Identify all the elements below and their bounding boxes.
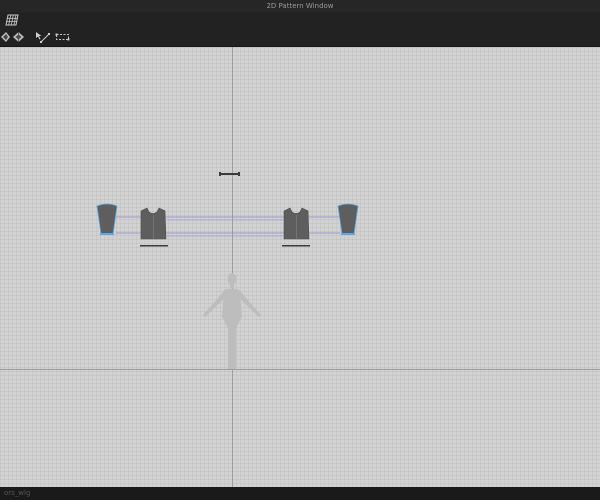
edit-point-tool-button[interactable] (33, 30, 51, 44)
avatar-silhouette (203, 273, 261, 369)
window-titlebar: 2D Pattern Window (0, 0, 600, 12)
pattern-drawing (96, 172, 359, 369)
grid-pattern-tool-button[interactable] (4, 13, 20, 27)
status-text: ors_wlg (4, 489, 31, 497)
front-bodice-piece[interactable] (140, 207, 168, 247)
segment-diamond-icon (12, 32, 24, 42)
window-title: 2D Pattern Window (266, 2, 334, 10)
toolbar-top (0, 12, 600, 28)
pattern-window: 2D Pattern Window ors_wlg (0, 0, 600, 500)
segment-tool-button[interactable] (11, 30, 25, 44)
grid-pattern-icon (5, 14, 19, 26)
dashed-selection-icon (55, 33, 69, 41)
right-sleeve-piece[interactable] (337, 203, 359, 235)
dashed-selection-tool-button[interactable] (54, 30, 70, 44)
toolbar-tools (0, 28, 600, 47)
back-bodice-piece[interactable] (282, 207, 310, 247)
edit-point-line-icon (35, 32, 50, 43)
transform-tool-button[interactable] (0, 30, 10, 44)
status-bar: ors_wlg (0, 487, 600, 500)
left-sleeve-piece[interactable] (96, 203, 118, 235)
collar-strip-piece[interactable] (219, 172, 240, 176)
transform-diamond-icon (0, 32, 10, 42)
pattern-canvas[interactable] (0, 47, 600, 487)
